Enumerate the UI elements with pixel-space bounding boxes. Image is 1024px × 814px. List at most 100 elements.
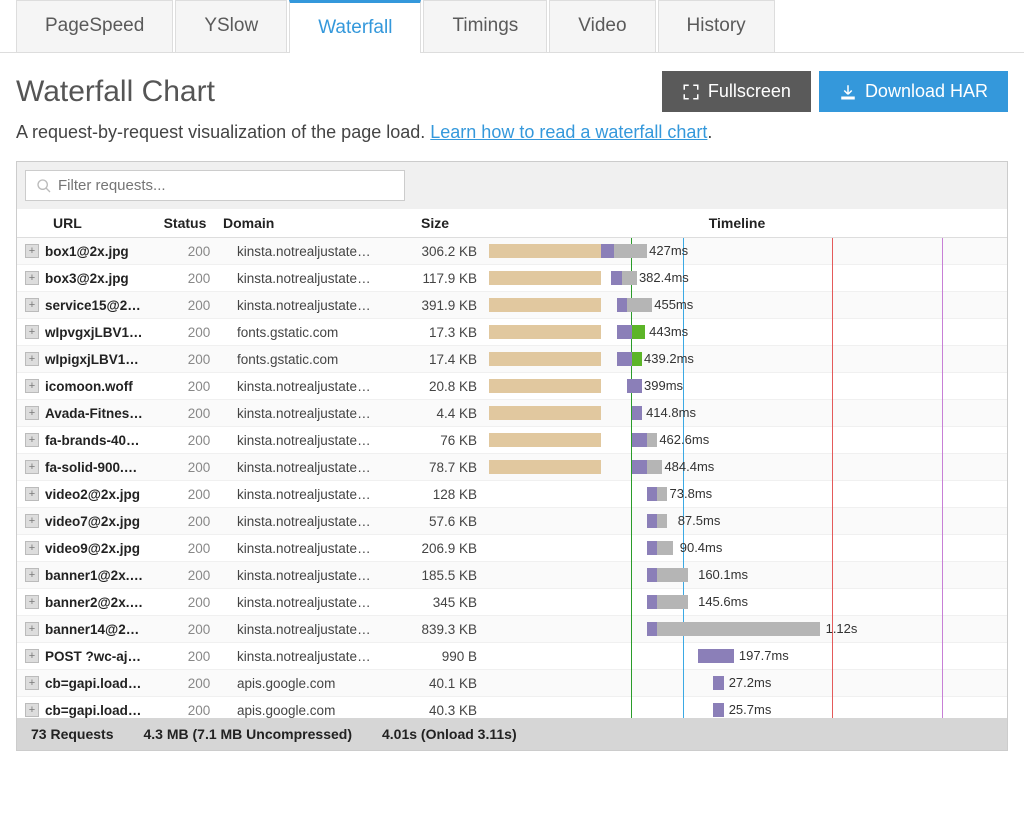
- col-timeline[interactable]: Timeline: [475, 215, 999, 231]
- filter-row: [17, 162, 1007, 209]
- cell-size: 76 KB: [409, 433, 489, 448]
- timing-bar: [489, 325, 601, 339]
- cell-status: 200: [169, 406, 229, 421]
- expand-icon[interactable]: +: [25, 244, 39, 258]
- cell-size: 206.9 KB: [409, 541, 489, 556]
- timing-bar: [489, 433, 601, 447]
- cell-domain: kinsta.notrealjustate…: [229, 649, 409, 664]
- cell-domain: fonts.gstatic.com: [229, 352, 409, 367]
- cell-status: 200: [169, 271, 229, 286]
- expand-icon[interactable]: +: [25, 622, 39, 636]
- cell-domain: fonts.gstatic.com: [229, 325, 409, 340]
- timing-label: 399ms: [644, 378, 683, 393]
- table-row[interactable]: +banner14@2…200kinsta.notrealjustate…839…: [17, 616, 1007, 643]
- table-row[interactable]: +wIpigxjLBV1…200fonts.gstatic.com17.4 KB…: [17, 346, 1007, 373]
- table-row[interactable]: +fa-brands-40…200kinsta.notrealjustate…7…: [17, 427, 1007, 454]
- table-row[interactable]: +wIpvgxjLBV1…200fonts.gstatic.com17.3 KB…: [17, 319, 1007, 346]
- tab-yslow[interactable]: YSlow: [175, 0, 287, 52]
- learn-link[interactable]: Learn how to read a waterfall chart: [430, 122, 707, 142]
- expand-icon[interactable]: +: [25, 703, 39, 717]
- cell-domain: kinsta.notrealjustate…: [229, 298, 409, 313]
- table-row[interactable]: +video7@2x.jpg200kinsta.notrealjustate…5…: [17, 508, 1007, 535]
- cell-size: 839.3 KB: [409, 622, 489, 637]
- timing-bar: [489, 244, 601, 258]
- expand-icon[interactable]: +: [25, 379, 39, 393]
- expand-icon[interactable]: +: [25, 595, 39, 609]
- cell-timeline: 439.2ms: [489, 349, 999, 369]
- fullscreen-button[interactable]: Fullscreen: [662, 71, 811, 112]
- tab-timings[interactable]: Timings: [423, 0, 547, 52]
- timing-label: 414.8ms: [646, 405, 696, 420]
- timing-bar: [647, 460, 662, 474]
- expand-icon[interactable]: +: [25, 298, 39, 312]
- cell-url: service15@2…: [45, 298, 169, 313]
- cell-timeline: 382.4ms: [489, 268, 999, 288]
- expand-icon[interactable]: +: [25, 271, 39, 285]
- timing-label: 382.4ms: [639, 270, 689, 285]
- cell-timeline: 455ms: [489, 295, 999, 315]
- waterfall-rows[interactable]: +box1@2x.jpg200kinsta.notrealjustate…306…: [17, 238, 1007, 718]
- timing-bar: [657, 487, 667, 501]
- timing-bar: [657, 568, 688, 582]
- cell-timeline: 145.6ms: [489, 592, 999, 612]
- table-row[interactable]: +cb=gapi.load…200apis.google.com40.1 KB2…: [17, 670, 1007, 697]
- timing-bar: [632, 325, 645, 339]
- table-row[interactable]: +cb=gapi.load…200apis.google.com40.3 KB2…: [17, 697, 1007, 718]
- table-row[interactable]: +banner2@2x.…200kinsta.notrealjustate…34…: [17, 589, 1007, 616]
- table-row[interactable]: +Avada-Fitnes…200kinsta.notrealjustate…4…: [17, 400, 1007, 427]
- table-row[interactable]: +POST ?wc-aj…200kinsta.notrealjustate…99…: [17, 643, 1007, 670]
- expand-icon[interactable]: +: [25, 541, 39, 555]
- cell-status: 200: [169, 568, 229, 583]
- expand-icon[interactable]: +: [25, 487, 39, 501]
- tab-waterfall[interactable]: Waterfall: [289, 0, 421, 53]
- col-status[interactable]: Status: [155, 215, 215, 231]
- table-row[interactable]: +banner1@2x.…200kinsta.notrealjustate…18…: [17, 562, 1007, 589]
- cell-status: 200: [169, 460, 229, 475]
- timing-bar: [614, 244, 647, 258]
- timing-bar: [657, 514, 667, 528]
- filter-input[interactable]: [58, 177, 394, 194]
- tab-pagespeed[interactable]: PageSpeed: [16, 0, 173, 52]
- cell-url: video9@2x.jpg: [45, 541, 169, 556]
- col-size[interactable]: Size: [395, 215, 475, 231]
- timing-label: 160.1ms: [698, 567, 748, 582]
- cell-status: 200: [169, 379, 229, 394]
- cell-url: wIpigxjLBV1…: [45, 352, 169, 367]
- expand-icon[interactable]: +: [25, 676, 39, 690]
- download-har-button[interactable]: Download HAR: [819, 71, 1008, 112]
- table-row[interactable]: +fa-solid-900.…200kinsta.notrealjustate……: [17, 454, 1007, 481]
- expand-icon[interactable]: +: [25, 406, 39, 420]
- table-row[interactable]: +video9@2x.jpg200kinsta.notrealjustate…2…: [17, 535, 1007, 562]
- tab-history[interactable]: History: [658, 0, 775, 52]
- table-row[interactable]: +video2@2x.jpg200kinsta.notrealjustate…1…: [17, 481, 1007, 508]
- expand-icon[interactable]: +: [25, 514, 39, 528]
- expand-icon[interactable]: +: [25, 433, 39, 447]
- expand-icon[interactable]: +: [25, 325, 39, 339]
- col-url[interactable]: URL: [25, 215, 155, 231]
- summary-requests: 73 Requests: [31, 726, 113, 742]
- cell-status: 200: [169, 325, 229, 340]
- expand-icon[interactable]: +: [25, 568, 39, 582]
- expand-icon[interactable]: +: [25, 460, 39, 474]
- cell-domain: kinsta.notrealjustate…: [229, 595, 409, 610]
- cell-timeline: 90.4ms: [489, 538, 999, 558]
- table-row[interactable]: +box1@2x.jpg200kinsta.notrealjustate…306…: [17, 238, 1007, 265]
- table-row[interactable]: +service15@2…200kinsta.notrealjustate…39…: [17, 292, 1007, 319]
- cell-timeline: 443ms: [489, 322, 999, 342]
- cell-url: cb=gapi.load…: [45, 676, 169, 691]
- table-row[interactable]: +box3@2x.jpg200kinsta.notrealjustate…117…: [17, 265, 1007, 292]
- expand-icon[interactable]: +: [25, 352, 39, 366]
- timing-label: 443ms: [649, 324, 688, 339]
- filter-box[interactable]: [25, 170, 405, 201]
- timing-bar: [632, 433, 647, 447]
- tab-video[interactable]: Video: [549, 0, 655, 52]
- expand-icon[interactable]: +: [25, 649, 39, 663]
- cell-url: icomoon.woff: [45, 379, 169, 394]
- timing-label: 427ms: [649, 243, 688, 258]
- table-row[interactable]: +icomoon.woff200kinsta.notrealjustate…20…: [17, 373, 1007, 400]
- col-domain[interactable]: Domain: [215, 215, 395, 231]
- timing-label: 462.6ms: [659, 432, 709, 447]
- cell-timeline: 160.1ms: [489, 565, 999, 585]
- cell-status: 200: [169, 244, 229, 259]
- cell-domain: kinsta.notrealjustate…: [229, 460, 409, 475]
